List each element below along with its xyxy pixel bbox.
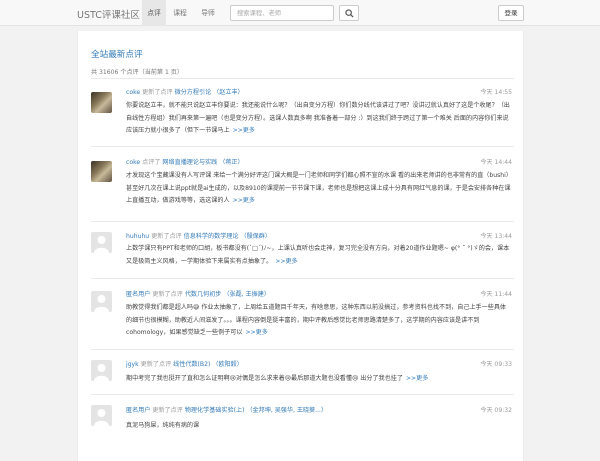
review-time: 今天 13:44	[480, 233, 512, 240]
more-link[interactable]: >>更多	[275, 258, 297, 265]
review-text: 上数学课只有PPT和老师的口胡，板书都没有(`□´)ﾉ~，上课认真听也会走神，复…	[126, 243, 512, 268]
site-brand[interactable]: USTC评课社区	[77, 7, 140, 21]
review-user[interactable]: 匿名用户	[126, 407, 150, 414]
review-text: 你要说赵立丰，就不能只说赵立丰你要说：我还能说什么呢？（出自变分方程）你们数分线…	[126, 100, 512, 138]
review-time: 今天 11:44	[480, 291, 512, 298]
review-course[interactable]: 信息科学的数学理论	[184, 233, 239, 240]
review-course[interactable]: 网络直播理论与实践	[162, 159, 217, 166]
review-count: 共 31606 个点评（当前第 1 页）	[91, 69, 183, 76]
nav-reviews[interactable]: 点评	[142, 0, 166, 26]
review-teachers[interactable]: （金邦坤, 吴强华, 王晓葵...）	[246, 407, 327, 414]
review-header: jgyk 更新了点评 线性代数(B2) （欧阳毅）	[126, 359, 466, 368]
review-verb: 更新了点评	[152, 291, 183, 298]
review-time: 今天 14:55	[480, 89, 512, 96]
nav-teachers[interactable]: 导师	[194, 0, 222, 26]
review-teachers[interactable]: （殷保群）	[241, 233, 271, 240]
nav-courses[interactable]: 课程	[166, 0, 194, 26]
avatar[interactable]	[91, 291, 112, 312]
review-header: coke 更新了点评 微分方程引论 （赵立丰）	[126, 87, 466, 96]
default-avatar-icon	[94, 236, 109, 253]
review-course[interactable]: 微分方程引论	[175, 89, 212, 96]
divider	[91, 221, 514, 222]
login-button[interactable]: 登录	[498, 5, 524, 21]
avatar[interactable]	[91, 405, 112, 426]
default-avatar-icon	[94, 409, 109, 426]
divider	[91, 394, 514, 395]
default-avatar-icon	[94, 364, 109, 381]
divider	[91, 146, 514, 147]
review-teachers[interactable]: （张磊, 王振建）	[223, 291, 270, 298]
review-header: coke 点评了 网络直播理论与实践 （蒋正）	[126, 157, 466, 166]
review-teachers[interactable]: （赵立丰）	[213, 89, 243, 96]
divider	[91, 278, 514, 279]
review-content: 助教觉得我们都是超人吗😅 作业太抽象了，上周给五道题目千年天，有啥意思，这种东西…	[126, 304, 507, 337]
review-content: 期中考完了我也挺开了直和怎么证明啊😢对偶是怎么求来着😢最后那道大题也没看懂😢 出…	[126, 375, 403, 382]
review-user[interactable]: coke	[126, 159, 140, 166]
review-text: 真泥马狗屎，纯纯有病的课	[126, 420, 512, 433]
page-title: 全站最新点评	[91, 50, 143, 60]
review-user[interactable]: 匿名用户	[126, 291, 150, 298]
review-time: 今天 09:33	[480, 361, 512, 368]
review-text: 助教觉得我们都是超人吗😅 作业太抽象了，上周给五道题目千年天，有啥意思，这种东西…	[126, 302, 512, 340]
review-header: 匿名用户 更新了点评 物理化学基础实验(上) （金邦坤, 吴强华, 王晓葵...）	[126, 405, 466, 414]
default-avatar-icon	[94, 295, 109, 312]
review-teachers[interactable]: （欧阳毅）	[212, 361, 242, 368]
review-header: 匿名用户 更新了点评 代数几何初步 （张磊, 王振建）	[126, 289, 466, 298]
review-verb: 点评了	[142, 159, 161, 166]
review-time: 今天 14:44	[480, 159, 512, 166]
review-text: 才发现这个宝藏课没有人写评课 来给一个满分好评这门课大概是一门老师和同学们都心照…	[126, 170, 512, 208]
search-icon	[345, 9, 354, 18]
review-verb: 更新了点评	[152, 407, 183, 414]
review-user[interactable]: huhuhu	[126, 233, 149, 240]
review-time: 今天 09:32	[480, 407, 512, 414]
review-content: 你要说赵立丰，就不能只说赵立丰你要说：我还能说什么呢？（出自变分方程）你们数分线…	[126, 102, 510, 135]
top-navbar: USTC评课社区 点评 课程 导师 登录	[0, 0, 600, 26]
review-course[interactable]: 线性代数(B2)	[173, 361, 210, 368]
avatar[interactable]	[91, 232, 112, 253]
search-input[interactable]	[230, 5, 334, 21]
avatar[interactable]	[91, 92, 112, 113]
review-header: huhuhu 更新了点评 信息科学的数学理论 （殷保群）	[126, 231, 466, 240]
review-course[interactable]: 物理化学基础实验(上)	[185, 407, 245, 414]
review-content: 上数学课只有PPT和老师的口胡，板书都没有(`□´)ﾉ~，上课认真听也会走神，复…	[126, 245, 510, 265]
more-link[interactable]: >>更多	[406, 375, 428, 382]
divider	[91, 349, 514, 350]
review-user[interactable]: coke	[126, 89, 140, 96]
review-content: 真泥马狗屎，纯纯有病的课	[126, 422, 200, 429]
review-user[interactable]: jgyk	[126, 361, 139, 368]
more-link[interactable]: >>更多	[233, 127, 255, 134]
avatar[interactable]	[91, 161, 112, 182]
review-teachers[interactable]: （蒋正）	[219, 159, 243, 166]
more-link[interactable]: >>更多	[233, 197, 255, 204]
review-verb: 更新了点评	[140, 361, 172, 368]
review-verb: 更新了点评	[151, 233, 182, 240]
review-course[interactable]: 代数几何初步	[185, 291, 222, 298]
search-button[interactable]	[339, 5, 359, 21]
more-link[interactable]: >>更多	[245, 329, 267, 336]
divider	[91, 78, 514, 79]
main-panel: 全站最新点评 共 31606 个点评（当前第 1 页） coke 更新了点评 微分方…	[77, 31, 524, 461]
review-verb: 更新了点评	[142, 89, 173, 96]
review-content: 才发现这个宝藏课没有人写评课 来给一个满分好评这门课大概是一门老师和同学们都心照…	[126, 172, 512, 205]
review-text: 期中考完了我也挺开了直和怎么证明啊😢对偶是怎么求来着😢最后那道大题也没看懂😢 出…	[126, 373, 512, 386]
avatar[interactable]	[91, 360, 112, 381]
